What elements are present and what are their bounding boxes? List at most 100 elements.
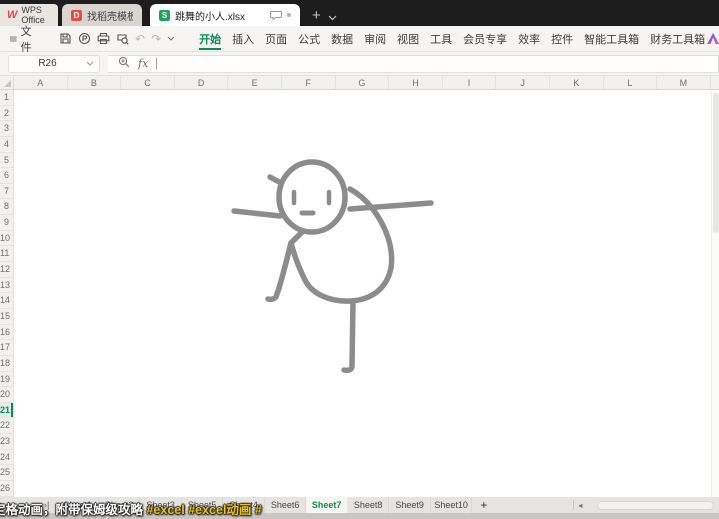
- row-header-24[interactable]: 24: [0, 450, 13, 466]
- ribbon-tab-视图[interactable]: 视图: [395, 26, 421, 51]
- row-header-9[interactable]: 9: [0, 215, 13, 231]
- new-tab-button[interactable]: +: [312, 8, 321, 23]
- dancing-stick-figure-drawing[interactable]: [14, 90, 711, 497]
- vertical-scrollbar[interactable]: [711, 90, 719, 497]
- column-header-B[interactable]: B: [68, 76, 122, 89]
- cellref-chevron-icon[interactable]: [86, 61, 94, 66]
- figure-right-arm: [350, 203, 431, 209]
- ribbon-tab-智能工具箱[interactable]: 智能工具箱: [582, 26, 641, 51]
- ribbon-tab-审阅[interactable]: 审阅: [362, 26, 388, 51]
- print-preview-icon[interactable]: [116, 32, 129, 45]
- menubar: 文件 ↶ ↷ 开始插入页面公式数据审阅视图工具会员专享效率控件智能工具箱财务工具…: [0, 26, 719, 52]
- column-header-C[interactable]: C: [121, 76, 175, 89]
- cell-reference-box[interactable]: R26: [8, 55, 100, 73]
- spreadsheet-canvas[interactable]: 1234567891011121314151617181920212223242…: [0, 90, 719, 497]
- ribbon-tab-工具[interactable]: 工具: [428, 26, 454, 51]
- row-header-23[interactable]: 23: [0, 434, 13, 450]
- column-header-F[interactable]: F: [282, 76, 336, 89]
- select-all-corner[interactable]: [0, 76, 14, 89]
- hamburger-icon: [10, 35, 17, 43]
- wps-ai-button[interactable]: WPS AI: [707, 33, 719, 45]
- ribbon-tab-开始[interactable]: 开始: [197, 26, 223, 51]
- ribbon-tab-控件[interactable]: 控件: [549, 26, 575, 51]
- row-header-20[interactable]: 20: [0, 387, 13, 403]
- ribbon-tab-会员专享[interactable]: 会员专享: [461, 26, 509, 51]
- row-header-14[interactable]: 14: [0, 293, 13, 309]
- quick-access-chevron-icon[interactable]: [167, 36, 175, 41]
- sheet-tab-sheet6[interactable]: Sheet6: [265, 497, 307, 513]
- row-header-22[interactable]: 22: [0, 418, 13, 434]
- sheet-tab-sheet8[interactable]: Sheet8: [348, 497, 390, 513]
- row-header-2[interactable]: 2: [0, 106, 13, 122]
- column-header-I[interactable]: I: [443, 76, 497, 89]
- row-header-5[interactable]: 5: [0, 153, 13, 169]
- column-header-D[interactable]: D: [175, 76, 229, 89]
- row-header-6[interactable]: 6: [0, 168, 13, 184]
- row-header-21[interactable]: 21: [0, 403, 13, 419]
- quick-access-toolbar: ↶ ↷: [55, 32, 179, 45]
- column-header-K[interactable]: K: [550, 76, 604, 89]
- row-header-3[interactable]: 3: [0, 121, 13, 137]
- row-header-1[interactable]: 1: [0, 90, 13, 106]
- row-header-10[interactable]: 10: [0, 231, 13, 247]
- add-sheet-button[interactable]: +: [472, 498, 495, 512]
- vertical-scrollbar-thumb[interactable]: [713, 93, 719, 233]
- subtitle-text: 定格动画，附带保姆级攻略: [0, 503, 146, 517]
- figure-left-leg: [268, 243, 291, 299]
- ribbon-tab-效率[interactable]: 效率: [516, 26, 542, 51]
- ribbon-tab-公式[interactable]: 公式: [296, 26, 322, 51]
- wps-logo-icon: W: [7, 9, 17, 21]
- column-header-filler: [711, 76, 719, 89]
- sheet-tab-sheet10[interactable]: Sheet10: [431, 497, 473, 513]
- horizontal-scrollbar-thumb[interactable]: [597, 501, 714, 510]
- sheet-tab-sheet7[interactable]: Sheet7: [306, 497, 348, 513]
- row-header-12[interactable]: 12: [0, 262, 13, 278]
- row-header-15[interactable]: 15: [0, 309, 13, 325]
- ribbon-tab-插入[interactable]: 插入: [230, 26, 256, 51]
- save-icon[interactable]: [59, 32, 72, 45]
- column-header-A[interactable]: A: [14, 76, 68, 89]
- comment-icon[interactable]: [270, 10, 282, 21]
- undo-icon[interactable]: ↶: [135, 33, 145, 45]
- tab-active-document[interactable]: S 跳舞的小人.xlsx: [150, 4, 300, 26]
- row-header-7[interactable]: 7: [0, 184, 13, 200]
- sheet-tab-sheet9[interactable]: Sheet9: [389, 497, 431, 513]
- hscroll-left-arrow-icon[interactable]: ◂: [574, 501, 586, 510]
- row-header-19[interactable]: 19: [0, 372, 13, 388]
- row-header-25[interactable]: 25: [0, 465, 13, 481]
- cell-reference-value: R26: [9, 58, 86, 69]
- wps-ai-icon: [707, 33, 719, 44]
- formula-input[interactable]: fx: [108, 55, 719, 73]
- zoom-search-icon[interactable]: [118, 55, 130, 73]
- row-header-16[interactable]: 16: [0, 325, 13, 341]
- horizontal-scrollbar[interactable]: [589, 501, 716, 510]
- column-header-G[interactable]: G: [336, 76, 390, 89]
- file-menu-button[interactable]: 文件: [0, 23, 43, 55]
- tab-list-chevron-icon[interactable]: [328, 15, 337, 21]
- ribbon-tab-财务工具箱[interactable]: 财务工具箱: [648, 26, 707, 51]
- ribbon-tab-页面[interactable]: 页面: [263, 26, 289, 51]
- ribbon-tab-数据[interactable]: 数据: [329, 26, 355, 51]
- row-header-26[interactable]: 26: [0, 481, 13, 497]
- file-menu-label: 文件: [21, 23, 35, 55]
- row-header-18[interactable]: 18: [0, 356, 13, 372]
- figure-right-leg: [344, 302, 353, 370]
- row-header-8[interactable]: 8: [0, 199, 13, 215]
- column-header-J[interactable]: J: [496, 76, 550, 89]
- row-header-11[interactable]: 11: [0, 246, 13, 262]
- text-caret: [156, 58, 157, 69]
- column-header-L[interactable]: L: [604, 76, 658, 89]
- row-header-17[interactable]: 17: [0, 340, 13, 356]
- print-icon[interactable]: [97, 32, 110, 45]
- tab-docer-templates[interactable]: D 找稻壳模板: [62, 4, 142, 26]
- row-header-4[interactable]: 4: [0, 137, 13, 153]
- redo-icon[interactable]: ↷: [151, 33, 161, 45]
- docer-icon: D: [71, 10, 82, 21]
- row-headers: 1234567891011121314151617181920212223242…: [0, 90, 14, 497]
- fx-icon[interactable]: fx: [138, 57, 148, 70]
- row-header-13[interactable]: 13: [0, 278, 13, 294]
- column-header-M[interactable]: M: [657, 76, 711, 89]
- column-header-E[interactable]: E: [228, 76, 282, 89]
- export-pdf-icon[interactable]: [78, 32, 91, 45]
- column-header-H[interactable]: H: [389, 76, 443, 89]
